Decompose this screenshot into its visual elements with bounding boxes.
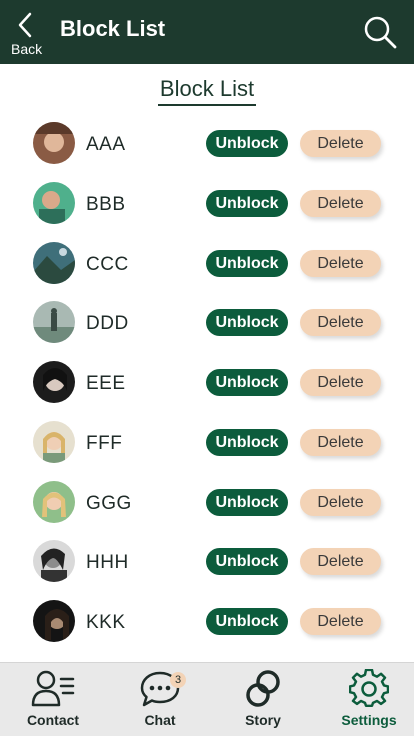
chevron-left-icon: [18, 12, 32, 38]
unblock-button[interactable]: Unblock: [206, 608, 288, 635]
unblock-button[interactable]: Unblock: [206, 249, 288, 277]
nav-story[interactable]: Story: [228, 663, 298, 736]
nav-settings[interactable]: Settings: [334, 663, 404, 736]
delete-button[interactable]: Delete: [300, 189, 381, 217]
user-name: KKK: [86, 612, 126, 633]
delete-button[interactable]: Delete: [300, 428, 381, 456]
list-item: DDD Unblock Delete: [0, 293, 414, 353]
avatar: [33, 301, 75, 344]
avatar: [33, 361, 75, 403]
avatar: [33, 241, 75, 284]
nav-contact[interactable]: Contact: [18, 663, 88, 736]
list-item: GGG Unblock Delete: [0, 473, 414, 533]
user-name: BBB: [86, 193, 126, 215]
delete-button[interactable]: Delete: [300, 608, 381, 635]
nav-label-settings: Settings: [341, 712, 397, 728]
avatar: [33, 181, 75, 224]
delete-button[interactable]: Delete: [300, 309, 381, 337]
search-icon: [364, 16, 397, 49]
list-item: BBB Unblock Delete: [0, 174, 414, 234]
list-item: EEE Unblock Delete: [0, 353, 414, 413]
delete-button[interactable]: Delete: [300, 488, 381, 516]
avatar: [33, 122, 75, 164]
user-name: CCC: [86, 253, 129, 275]
unblock-button[interactable]: Unblock: [206, 189, 288, 217]
avatar: [33, 540, 75, 583]
avatar: [33, 480, 75, 523]
nav-chat[interactable]: Chat: [125, 663, 195, 736]
delete-button[interactable]: Delete: [300, 548, 381, 576]
page-title: Block List: [60, 16, 166, 41]
list-item: KKK Unblock Delete: [0, 592, 414, 652]
avatar: [33, 600, 75, 642]
user-name: HHH: [86, 552, 129, 574]
unblock-button[interactable]: Unblock: [206, 130, 288, 157]
delete-button[interactable]: Delete: [300, 130, 381, 157]
list-item: HHH Unblock Delete: [0, 532, 414, 592]
user-name: AAA: [86, 134, 126, 155]
search-button[interactable]: [360, 12, 400, 52]
user-name: GGG: [86, 492, 132, 514]
section-heading: Block List: [0, 76, 414, 106]
unblock-button[interactable]: Unblock: [206, 488, 288, 516]
list-item: CCC Unblock Delete: [0, 234, 414, 294]
list-item: FFF Unblock Delete: [0, 413, 414, 473]
unblock-button[interactable]: Unblock: [206, 369, 288, 396]
nav-label-chat: Chat: [144, 712, 176, 728]
delete-button[interactable]: Delete: [300, 249, 381, 277]
nav-label-contact: Contact: [26, 712, 80, 728]
section-title: Block List: [157, 76, 257, 106]
unread-badge: 3: [170, 672, 186, 688]
nav-label-story: Story: [245, 712, 281, 728]
app-header: Back Block List: [0, 0, 414, 64]
avatar: [33, 420, 75, 463]
blocked-user-list: AAA Unblock Delete BBB Unblock Delete CC…: [0, 114, 414, 652]
unblock-button[interactable]: Unblock: [206, 548, 288, 576]
contact-list-icon: [31, 670, 75, 707]
delete-button[interactable]: Delete: [300, 369, 381, 396]
unblock-button[interactable]: Unblock: [206, 428, 288, 456]
list-item: AAA Unblock Delete: [0, 114, 414, 174]
back-label: Back: [11, 41, 43, 57]
user-name: FFF: [86, 432, 123, 454]
unblock-button[interactable]: Unblock: [206, 309, 288, 337]
gear-icon: [349, 669, 389, 708]
user-name: DDD: [86, 313, 129, 335]
user-name: EEE: [86, 373, 126, 394]
bottom-navigation: Contact Chat 3 Story Settings: [0, 662, 414, 736]
story-rings-icon: [246, 670, 280, 707]
back-button[interactable]: Back: [8, 10, 44, 58]
